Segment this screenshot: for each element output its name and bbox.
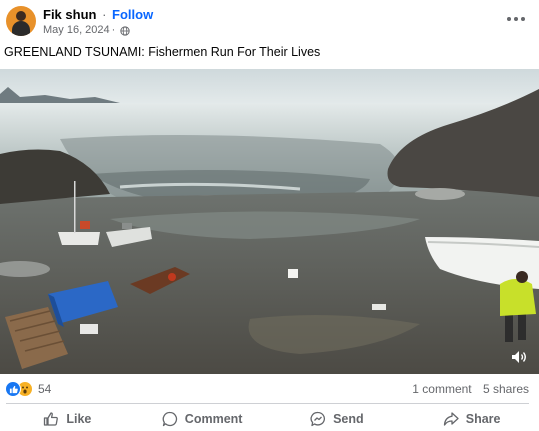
share-icon [443, 411, 459, 426]
speaker-icon[interactable] [511, 350, 527, 364]
divider [6, 403, 529, 404]
globe-icon [120, 25, 130, 36]
messenger-icon [310, 411, 326, 426]
meta-separator: · [111, 24, 116, 36]
author-name[interactable]: Fik shun [43, 7, 96, 22]
comment-label: Comment [184, 411, 243, 426]
post-date[interactable]: May 16, 2024 [43, 24, 110, 37]
share-button[interactable]: Share [404, 406, 539, 431]
like-label: Like [66, 411, 92, 426]
follow-button[interactable]: Follow [112, 7, 153, 22]
separator-dot: · [102, 7, 107, 22]
avatar[interactable] [6, 6, 36, 36]
reaction-summary[interactable]: 54 [5, 380, 51, 398]
comment-count-link[interactable]: 1 comment [412, 382, 471, 396]
post-caption: GREENLAND TSUNAMI: Fishermen Run For The… [4, 45, 321, 59]
author-row: Fik shun · Follow [43, 7, 153, 22]
reaction-count: 54 [38, 382, 52, 396]
share-count-link[interactable]: 5 shares [483, 382, 529, 396]
share-label: Share [465, 411, 501, 426]
post-meta: May 16, 2024 · [43, 24, 130, 37]
send-button[interactable]: Send [270, 406, 405, 431]
comment-button[interactable]: Comment [135, 406, 270, 431]
post-header: Fik shun · Follow May 16, 2024 · [0, 0, 539, 42]
action-bar: Like Comment Send Share [0, 406, 539, 431]
video-player[interactable] [0, 69, 539, 374]
like-button[interactable]: Like [0, 406, 135, 431]
thumbs-up-icon [44, 411, 59, 426]
send-label: Send [333, 411, 364, 426]
video-frame [0, 69, 539, 374]
like-icon [5, 381, 21, 397]
more-options-icon[interactable] [507, 12, 525, 26]
engagement-stats: 1 comment 5 shares [412, 382, 529, 396]
comment-icon [162, 411, 177, 426]
